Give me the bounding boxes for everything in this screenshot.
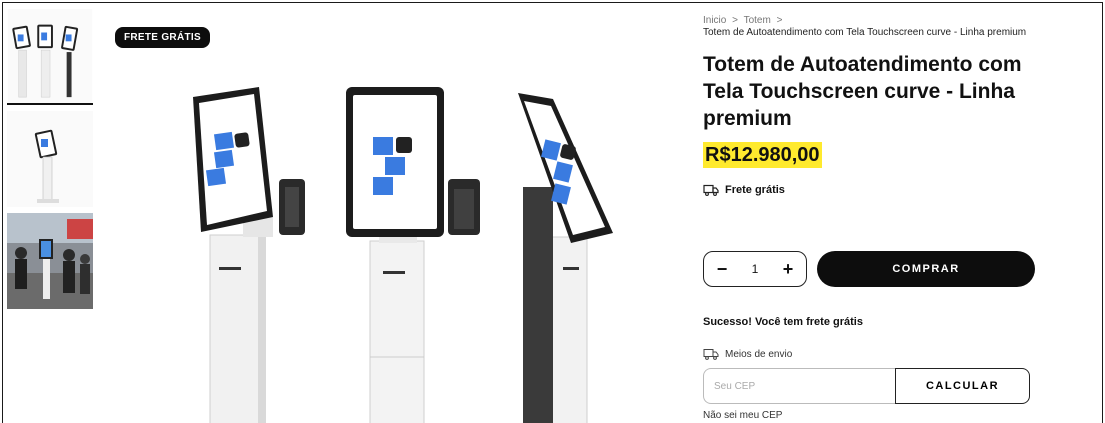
plus-icon[interactable]: + <box>780 259 796 280</box>
breadcrumb-separator: > <box>732 15 738 26</box>
truck-icon <box>703 184 719 196</box>
purchase-row: − 1 + COMPRAR <box>703 251 1035 287</box>
product-price: R$12.980,00 <box>703 142 822 168</box>
quantity-value[interactable]: 1 <box>752 262 759 276</box>
breadcrumb-current: Totem de Autoatendimento com Tela Touchs… <box>703 27 1027 38</box>
free-shipping-label: Frete grátis <box>725 184 785 196</box>
cep-form: CALCULAR <box>703 368 1030 404</box>
calculate-button[interactable]: CALCULAR <box>895 368 1030 404</box>
product-info-panel: Inicio > Totem > Totem de Autoatendiment… <box>703 15 1102 421</box>
product-title: Totem de Autoatendimento com Tela Touchs… <box>703 53 1022 130</box>
cep-input[interactable] <box>703 368 895 404</box>
main-product-image <box>103 7 663 423</box>
breadcrumb-home[interactable]: Inicio <box>703 15 726 26</box>
thumbnail-three-kiosks[interactable] <box>7 9 93 105</box>
minus-icon[interactable]: − <box>714 259 730 280</box>
thumbnail-kiosk-in-use[interactable] <box>7 213 93 309</box>
thumbnail-single-kiosk[interactable] <box>7 111 93 207</box>
breadcrumb-separator: > <box>776 15 783 26</box>
breadcrumb-category[interactable]: Totem <box>744 15 771 26</box>
quantity-stepper: − 1 + <box>703 251 807 287</box>
shipping-methods: Meios de envio <box>703 348 792 360</box>
shipping-success-message: Sucesso! Você tem frete grátis <box>703 316 863 328</box>
unknown-cep-link[interactable]: Não sei meu CEP <box>703 410 782 421</box>
shipping-methods-label: Meios de envio <box>725 348 793 360</box>
buy-button[interactable]: COMPRAR <box>817 251 1035 287</box>
free-shipping-badge: FRETE GRÁTIS <box>115 27 210 48</box>
free-shipping-info: Frete grátis <box>703 184 1102 196</box>
product-page: FRETE GRÁTIS Inicio > Totem > Totem de A… <box>2 2 1103 423</box>
breadcrumb: Inicio > Totem > <box>703 15 1102 27</box>
truck-icon <box>703 349 719 360</box>
thumbnail-gallery <box>7 9 95 315</box>
